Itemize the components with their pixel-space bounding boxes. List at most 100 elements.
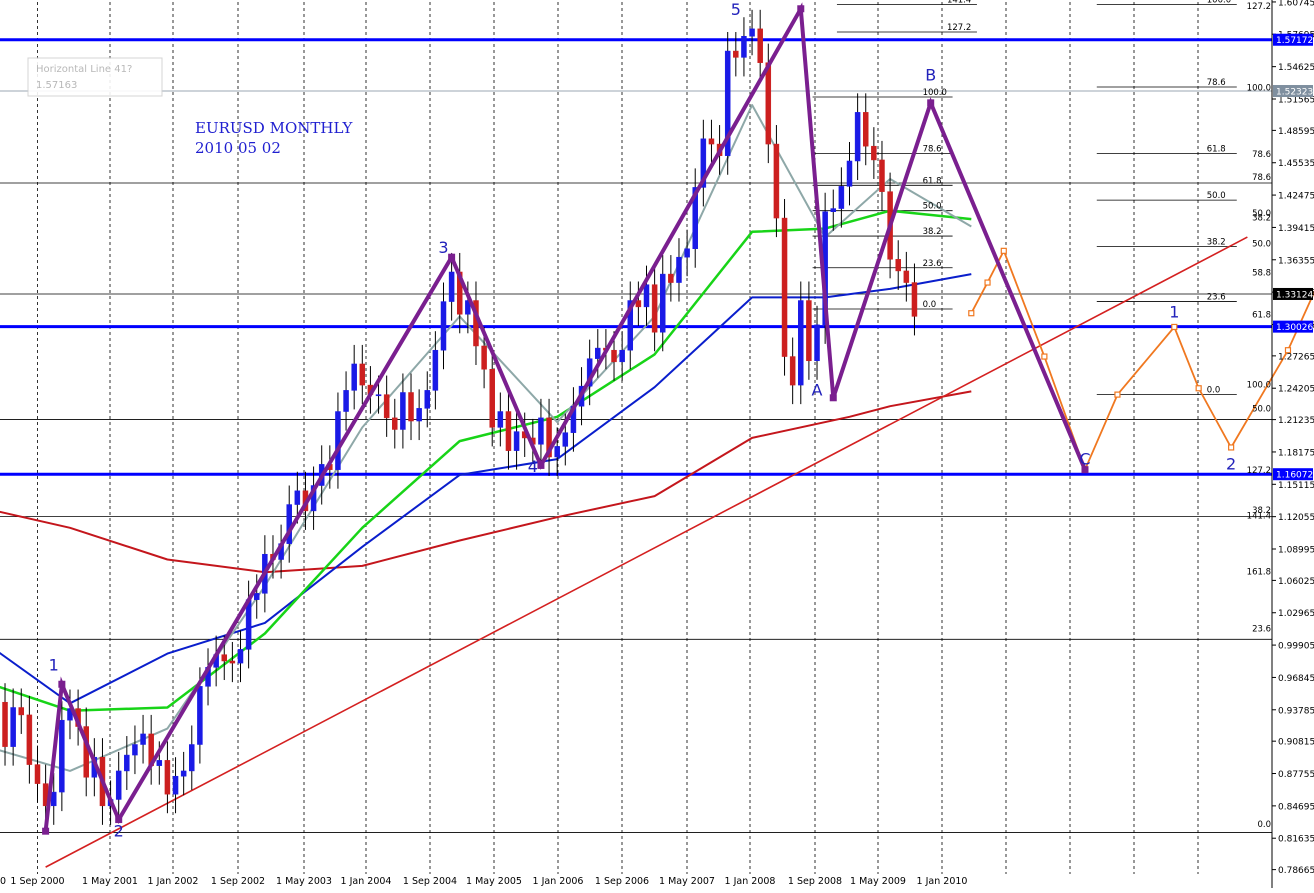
chart-title-line-1: EURUSD MONTHLY	[195, 119, 353, 137]
y-tick-label: 1.12055	[1278, 513, 1314, 523]
wave-label: C	[1079, 449, 1090, 468]
price-axis-layer: 1.607451.576951.546251.515651.485951.455…	[1271, 0, 1314, 888]
bullish-candle	[237, 649, 244, 664]
y-tick-label: 1.27265	[1278, 352, 1314, 362]
y-tick-label: 0.84695	[1278, 802, 1314, 812]
bearish-candle	[879, 159, 885, 192]
wave-pivot-marker	[797, 5, 805, 13]
x-tick-label: 1 May 2005	[466, 876, 522, 887]
support-trendline	[45, 236, 1248, 868]
bullish-candle	[59, 719, 65, 793]
bullish-candle	[197, 686, 203, 745]
bullish-candle	[619, 349, 625, 363]
y-tick-label: 0.78665	[1278, 866, 1314, 876]
bullish-candle	[854, 112, 861, 162]
y-tick-label: 1.06025	[1278, 577, 1314, 587]
bullish-candle	[448, 271, 455, 302]
tooltip-line-2: 1.57163	[36, 80, 77, 91]
x-tick-label: 1 Jan 2002	[148, 876, 199, 887]
wave-pivot-marker	[537, 461, 545, 469]
y-tick-label: 1.39415	[1278, 224, 1314, 234]
fib-level-label: 100.0	[1247, 380, 1271, 390]
x-tick-label: 1 Sep 2004	[403, 876, 457, 887]
y-tick-label: 1.21235	[1278, 416, 1314, 426]
x-tick-label: 0	[0, 876, 6, 887]
fib-level-label: 100.0	[1207, 0, 1231, 6]
bearish-candle	[221, 654, 228, 662]
y-tick-label: 1.24205	[1278, 385, 1314, 395]
bearish-candle	[911, 282, 918, 317]
x-tick-label: 1 Jan 2006	[533, 876, 584, 887]
fib-labels-layer: 100.0 78.6 61.8 50.0 38.2 23.6 0.0 100.0 78.6 61.…	[923, 0, 1271, 830]
forecast-point-marker	[1041, 353, 1048, 360]
bullish-candle	[124, 754, 130, 772]
bearish-candle	[383, 394, 390, 419]
fib-level-label: 50.0	[923, 202, 942, 212]
y-tick-label: 1.15115	[1278, 481, 1314, 491]
bullish-candle	[335, 411, 341, 470]
bullish-candle	[245, 599, 252, 650]
y-tick-label: 0.90815	[1278, 738, 1314, 748]
fib-level-label: 141.4	[947, 0, 971, 6]
bullish-candle	[814, 324, 820, 362]
fib-level-label: 141.4	[1247, 511, 1271, 521]
bearish-candle	[862, 112, 869, 147]
fib-level-label: 61.8	[923, 176, 942, 186]
fib-level-label: 78.6	[1252, 173, 1271, 183]
bullish-candle	[741, 35, 747, 58]
wave-label: B	[925, 66, 936, 85]
bullish-candle	[10, 707, 16, 747]
bearish-candle	[229, 660, 236, 664]
y-tick-label: 1.48595	[1278, 127, 1314, 137]
candles-layer	[2, 9, 918, 825]
bullish-candle	[676, 256, 682, 283]
fib-level-label: 127.2	[947, 23, 971, 33]
bullish-candle	[294, 490, 301, 505]
x-tick-label: 1 May 2009	[850, 876, 906, 887]
fib-level-label: 38.2	[1252, 213, 1271, 223]
chart-canvas[interactable]: 12345ABC12 100.078.661.850.038.223.60.01…	[0, 0, 1314, 888]
fib-level-label: 38.2	[1207, 238, 1226, 248]
fib-level-label: 61.8	[1252, 311, 1271, 321]
fib-line-layer	[812, 4, 1237, 396]
bearish-candle	[489, 368, 495, 428]
bearish-candle	[871, 145, 877, 161]
bullish-candle	[440, 301, 447, 351]
time-axis-layer: 0 1 Sep 2000 1 May 2001 1 Jan 2002 1 Sep 200…	[0, 876, 967, 887]
x-tick-label: 1 Jan 2008	[725, 876, 776, 887]
fib-level-label: 23.6	[1207, 293, 1226, 303]
fib-level-label: 0.0	[1257, 820, 1271, 830]
bearish-candle	[773, 143, 780, 219]
bullish-candle	[562, 432, 569, 447]
bullish-candle	[343, 390, 349, 412]
y-tick-label: 1.18175	[1278, 448, 1314, 458]
bearish-candle	[895, 259, 901, 272]
bullish-candle	[156, 760, 163, 766]
forecast-point-marker	[1000, 247, 1007, 254]
fib-level-label: 161.8	[1247, 567, 1271, 577]
fib-level-label: 100.0	[1247, 83, 1271, 93]
bullish-candle	[538, 417, 544, 445]
eurusd-monthly-chart[interactable]: 12345ABC12 100.0 78.6 61.8 50.0 38.2 23.6 0.0 1…	[0, 0, 1314, 888]
bearish-candle	[18, 707, 25, 716]
y-tick-label: 0.99905	[1278, 642, 1314, 652]
forecast-point-marker	[968, 310, 975, 317]
bullish-candle	[684, 248, 690, 258]
bearish-candle	[505, 411, 512, 451]
bullish-candle	[432, 349, 439, 391]
fib-level-label: 50.0	[1252, 405, 1271, 415]
bullish-candle	[513, 431, 520, 451]
bullish-candle	[424, 390, 431, 409]
bullish-candle	[798, 300, 804, 386]
price-marker-label: 1.57172	[1276, 36, 1313, 46]
bearish-candle	[26, 714, 33, 765]
wave-label: 5	[731, 0, 741, 19]
bullish-candle	[838, 186, 845, 209]
y-tick-label: 0.87755	[1278, 770, 1314, 780]
fib-level-label: 50.0	[1207, 191, 1226, 201]
tooltip-line-1: Horizontal Line 41?	[36, 64, 132, 75]
bearish-candle	[765, 62, 772, 145]
y-tick-label: 1.54625	[1278, 63, 1314, 73]
y-tick-label: 1.42475	[1278, 192, 1314, 202]
bearish-candle	[34, 764, 41, 784]
